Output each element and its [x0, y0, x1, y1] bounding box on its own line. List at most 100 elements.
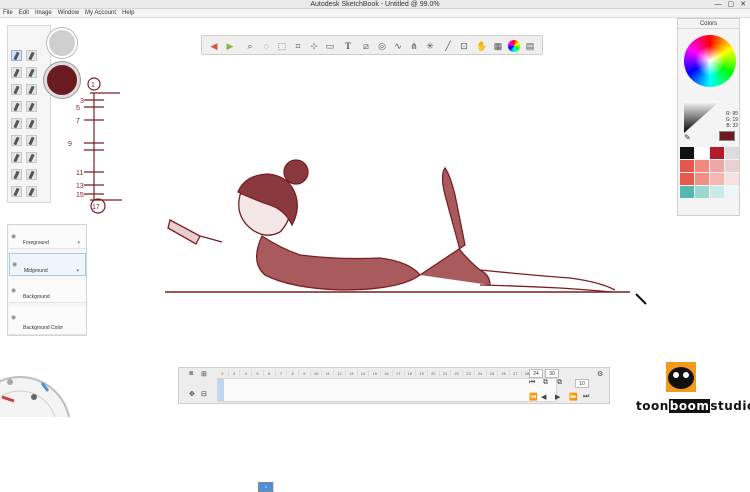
frame-label[interactable]: 10 [311, 370, 323, 377]
brush-tool-8[interactable] [26, 101, 37, 112]
frame-label[interactable]: 25 [487, 370, 499, 377]
visibility-eye-icon[interactable]: ◉ [11, 233, 16, 240]
palette-swatch[interactable] [695, 186, 709, 198]
brush-tool-10[interactable] [26, 118, 37, 129]
close-button[interactable]: ✕ [740, 1, 746, 8]
frame-label[interactable]: 13 [346, 370, 358, 377]
frame-label[interactable]: 6 [264, 370, 276, 377]
palette-swatch[interactable] [710, 160, 724, 172]
step-back-icon[interactable]: ◀ [541, 393, 546, 401]
palette-swatch[interactable] [725, 173, 739, 185]
ellipse-icon[interactable]: ◎ [376, 40, 388, 52]
brush-tool-3[interactable] [11, 67, 22, 78]
last-frame-icon[interactable]: ⏭ [583, 393, 589, 401]
layer-icon[interactable]: ▤ [524, 40, 536, 52]
frame-label[interactable]: 5 [252, 370, 264, 377]
symmetry-icon[interactable]: ⋔ [408, 40, 420, 52]
frame-label[interactable]: 12 [334, 370, 346, 377]
gradient-icon[interactable]: ▦ [492, 40, 504, 52]
color-puck[interactable] [44, 62, 80, 98]
shape-icon[interactable]: ⊡ [458, 40, 470, 52]
palette-swatch[interactable] [695, 173, 709, 185]
layer-row-background-color[interactable]: ◉ Background Color [9, 307, 86, 335]
frame-label[interactable]: 4 [240, 370, 253, 377]
ruler-icon[interactable]: ⧄ [360, 40, 372, 52]
text-icon[interactable]: T [342, 40, 354, 52]
redo-icon[interactable]: ▶ [224, 40, 236, 52]
add-frame-icon[interactable]: ⊞ [201, 370, 207, 378]
next-frame-icon[interactable]: ⏩ [569, 393, 578, 401]
prev-frame-icon[interactable]: ⏪ [529, 393, 538, 401]
perspective-icon[interactable]: ✳ [424, 40, 436, 52]
transform-icon[interactable]: ⊹ [308, 40, 320, 52]
first-frame-icon[interactable]: ⏮ [529, 379, 535, 387]
visibility-eye-icon[interactable]: ◉ [11, 314, 16, 321]
frame-label[interactable]: 27 [510, 370, 522, 377]
palette-swatch[interactable] [710, 147, 724, 159]
lock-icon[interactable]: ▾ [76, 268, 79, 274]
brush-size-puck[interactable] [47, 28, 77, 58]
maximize-button[interactable]: ▢ [728, 1, 735, 8]
minimize-button[interactable]: — [715, 1, 722, 8]
palette-swatch[interactable] [710, 186, 724, 198]
frame-label[interactable]: 3 [229, 370, 241, 377]
frame-label[interactable]: 2 [217, 370, 229, 377]
lagoon-menu[interactable] [0, 367, 82, 417]
frame-ruler[interactable]: 1 2 3 4 5 6 7 8 9 10 11 12 13 14 15 16 17 18 19 20 21 22 23 24 2… [217, 370, 557, 492]
layer-row-background[interactable]: ◉ Background [9, 280, 86, 303]
line-icon[interactable]: ╱ [442, 40, 454, 52]
palette-swatch[interactable] [725, 160, 739, 172]
end-frame-field[interactable]: 30 [545, 369, 559, 378]
frame-label[interactable]: 7 [276, 370, 288, 377]
frame-label[interactable]: 8 [287, 370, 300, 377]
brush-tool-5[interactable] [11, 84, 22, 95]
frame-label[interactable]: 14 [358, 370, 370, 377]
visibility-eye-icon[interactable]: ◉ [12, 261, 17, 268]
lock-icon[interactable]: ▾ [77, 240, 80, 246]
palette-swatch[interactable] [680, 160, 694, 172]
onion-skin-icon[interactable]: ⧈ [189, 370, 193, 378]
menu-edit[interactable]: Edit [19, 9, 29, 17]
frame-label[interactable]: 23 [463, 370, 475, 377]
palette-swatch[interactable] [680, 147, 694, 159]
crop-box-icon[interactable]: ▭ [324, 40, 336, 52]
zoom-icon[interactable]: ⌕ [244, 40, 256, 52]
brush-tool-18[interactable] [26, 186, 37, 197]
brush-tool-9[interactable] [11, 118, 22, 129]
brush-tool-6[interactable] [26, 84, 37, 95]
current-frame-field[interactable]: 24 [529, 369, 543, 378]
brush-tool-11[interactable] [11, 135, 22, 146]
palette-swatch[interactable] [725, 186, 739, 198]
frame-label[interactable]: 20 [428, 370, 440, 377]
canvas-sketch[interactable]: 1 3 5 7 9 11 13 15 17 [0, 0, 750, 417]
brush-tool-12[interactable] [26, 135, 37, 146]
frame-label[interactable]: 1 [258, 482, 274, 492]
color-icon[interactable] [508, 40, 520, 52]
current-frame-cell[interactable] [218, 379, 224, 401]
frame-label[interactable]: 19 [416, 370, 428, 377]
frame-label[interactable]: 21 [440, 370, 452, 377]
frame-label[interactable]: 16 [381, 370, 393, 377]
menu-help[interactable]: Help [122, 9, 134, 17]
color-wheel[interactable] [684, 35, 736, 87]
palette-swatch[interactable] [710, 173, 724, 185]
crop-icon[interactable]: ⌗ [292, 40, 304, 52]
brush-tool-13[interactable] [11, 152, 22, 163]
palette-swatch[interactable] [680, 173, 694, 185]
brush-tool-15[interactable] [11, 169, 22, 180]
fill-icon[interactable]: ✋ [476, 40, 488, 52]
menu-image[interactable]: Image [35, 9, 52, 17]
brush-tool-16[interactable] [26, 169, 37, 180]
brush-tool-4[interactable] [26, 67, 37, 78]
palette-swatch[interactable] [695, 160, 709, 172]
frame-track[interactable] [217, 378, 557, 402]
menu-my-account[interactable]: My Account [85, 9, 116, 17]
french-curve-icon[interactable]: ∿ [392, 40, 404, 52]
frame-label[interactable]: 15 [369, 370, 382, 377]
palette-swatch[interactable] [725, 147, 739, 159]
delete-frame-icon[interactable]: ⊟ [201, 390, 207, 398]
undo-icon[interactable]: ◀ [208, 40, 220, 52]
frame-label[interactable]: 11 [322, 370, 335, 377]
timeline-settings-icon[interactable]: ⚙ [597, 370, 603, 378]
copy-frame-icon[interactable]: ⧉ [543, 379, 548, 387]
